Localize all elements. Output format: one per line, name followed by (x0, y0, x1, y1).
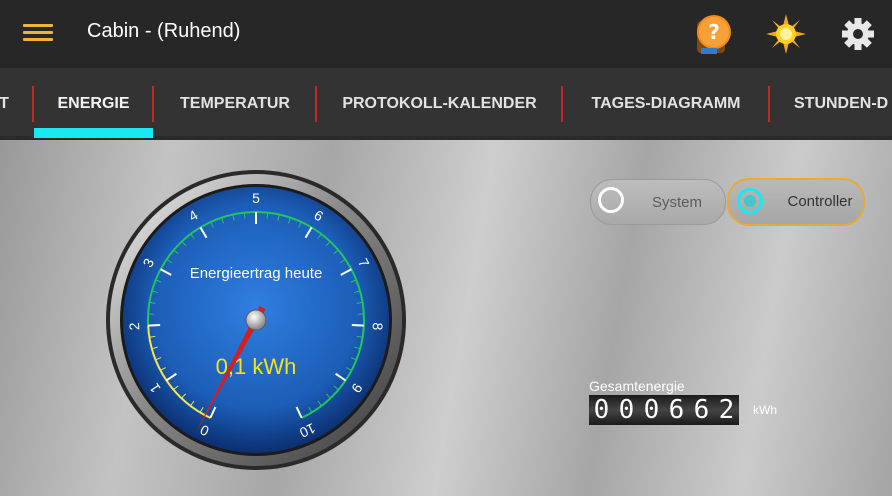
tab-temperatur[interactable]: TEMPERATUR (154, 68, 316, 138)
gauge-major-tick (351, 324, 364, 327)
system-label: System (651, 194, 702, 211)
app-bar: Cabin - (Ruhend) ? (0, 0, 892, 68)
sun-icon[interactable] (764, 12, 808, 56)
svg-text:?: ? (708, 20, 720, 44)
gear-icon[interactable] (836, 12, 880, 56)
tab-truncated[interactable]: T (0, 68, 14, 138)
tab-tages-diagramm[interactable]: TAGES-DIAGRAMM (563, 68, 769, 138)
counter-digit: 0 (614, 395, 639, 425)
gauge-minor-tick (266, 212, 269, 219)
energy-gauge: 0 1 2 3 4 5 6 7 8 9 10 Energieertrag heute 0,1 kWh (104, 170, 408, 470)
controller-toggle[interactable]: Controller (727, 178, 865, 226)
counter-digit: 0 (589, 395, 614, 425)
tab-protokoll-kalender[interactable]: PROTOKOLL-KALENDER (317, 68, 562, 138)
tab-selected-indicator (34, 128, 153, 138)
gauge-tick-label: 2 (126, 322, 142, 331)
controller-label: Controller (787, 193, 853, 210)
gauge-minor-tick (243, 212, 246, 219)
counter-digit: 0 (639, 395, 664, 425)
total-energy-counter: 0 0 0 6 6 2 (589, 395, 739, 425)
total-energy-label: Gesamtenergie (589, 378, 685, 394)
system-toggle[interactable]: System (590, 179, 726, 225)
gauge-title: Energieertrag heute (190, 265, 323, 282)
gauge-major-tick (148, 324, 161, 327)
help-book-icon[interactable]: ? (690, 12, 734, 56)
app-title: Cabin - (Ruhend) (87, 20, 241, 42)
counter-digit: 6 (664, 395, 689, 425)
counter-digit: 6 (689, 395, 714, 425)
gauge-tick-label: 5 (252, 190, 260, 206)
hamburger-menu-icon[interactable] (18, 18, 58, 48)
gauge-tick-label: 8 (370, 322, 386, 331)
total-energy-unit: kWh (753, 403, 777, 417)
counter-digit: 2 (714, 395, 739, 425)
gauge-needle-cap (245, 309, 267, 331)
tab-stunden-diagramm[interactable]: STUNDEN-D (770, 68, 892, 138)
